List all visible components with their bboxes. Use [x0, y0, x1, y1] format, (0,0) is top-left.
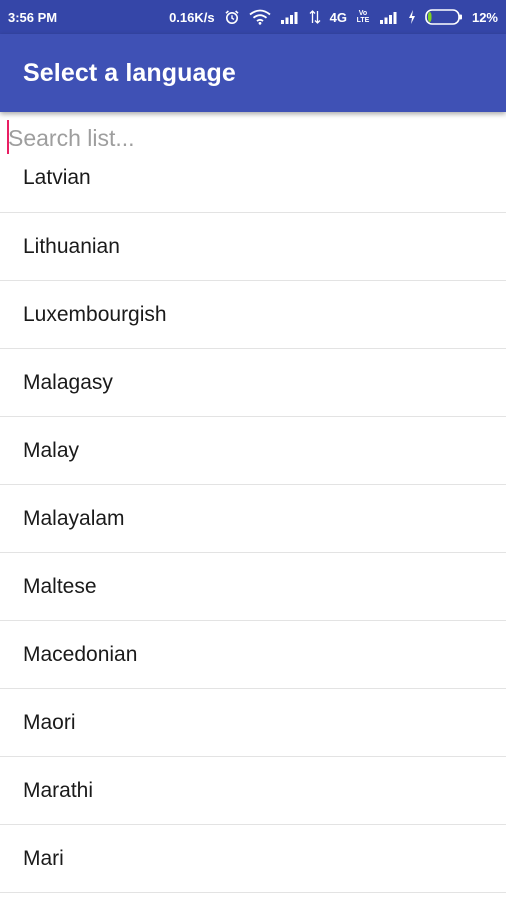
- list-item-label: Maltese: [23, 574, 97, 598]
- search-input[interactable]: [8, 120, 488, 156]
- list-item-label: Macedonian: [23, 642, 138, 666]
- page-title: Select a language: [23, 58, 236, 87]
- status-icons: 0.16K/s 4G Vo LTE 12%: [169, 9, 498, 25]
- app-bar: Select a language: [0, 34, 506, 112]
- list-item[interactable]: Marathi: [0, 757, 506, 825]
- wifi-icon: [249, 9, 271, 25]
- list-item[interactable]: Malagasy: [0, 349, 506, 417]
- list-item-label: Malay: [23, 438, 80, 462]
- list-item-label: Malayalam: [23, 506, 125, 530]
- list-item[interactable]: Macedonian: [0, 621, 506, 689]
- list-item-label: Marathi: [23, 778, 94, 802]
- language-list: Latvian Lithuanian Luxembourgish Malagas…: [0, 144, 506, 893]
- list-item-label: Mari: [23, 846, 64, 870]
- status-time: 3:56 PM: [8, 9, 58, 25]
- volte-label: Vo LTE: [356, 10, 370, 24]
- list-item[interactable]: Maltese: [0, 553, 506, 621]
- text-caret: [7, 120, 9, 154]
- list-item-label: Lithuanian: [23, 234, 120, 258]
- list-item-label: Luxembourgish: [23, 302, 167, 326]
- list-item-label: Maori: [23, 710, 76, 734]
- list-item[interactable]: Lithuanian: [0, 213, 506, 281]
- list-item-label: Latvian: [23, 166, 91, 189]
- network-4g-label: 4G: [329, 9, 347, 25]
- charging-icon: [408, 10, 416, 24]
- signal-icon: [379, 10, 399, 24]
- list-item[interactable]: Maori: [0, 689, 506, 757]
- status-bar: 3:56 PM 0.16K/s 4G Vo LTE 12%: [0, 0, 506, 34]
- list-item[interactable]: Mari: [0, 825, 506, 893]
- list-item-label: Malagasy: [23, 370, 113, 394]
- data-arrows-icon: [309, 9, 321, 25]
- battery-icon: [425, 9, 463, 25]
- net-speed: 0.16K/s: [169, 9, 215, 25]
- list-item[interactable]: Malayalam: [0, 485, 506, 553]
- battery-percent: 12%: [471, 9, 498, 25]
- list-item[interactable]: Luxembourgish: [0, 281, 506, 349]
- search-bar: [0, 118, 506, 158]
- list-item[interactable]: Malay: [0, 417, 506, 485]
- alarm-icon: [224, 9, 240, 25]
- signal-icon: [280, 10, 300, 24]
